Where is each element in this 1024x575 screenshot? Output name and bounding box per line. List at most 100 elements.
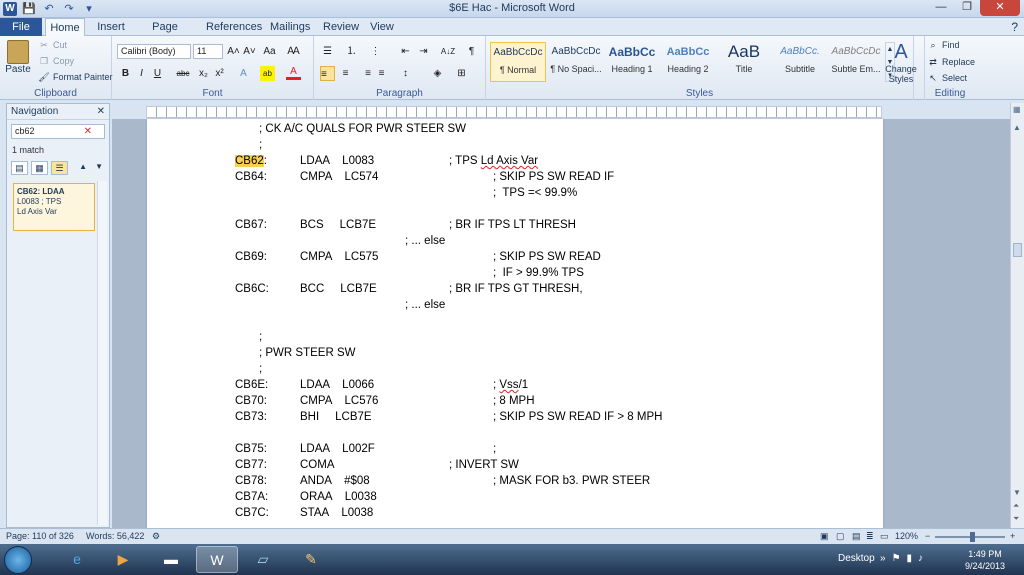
web-layout-view-icon[interactable]: ▤ xyxy=(852,531,861,542)
line-spacing-icon[interactable]: ↕ xyxy=(398,66,413,81)
style-normal[interactable]: AaBbCcDc ¶ Normal xyxy=(490,42,546,82)
tab-page-layout[interactable]: Page Layout xyxy=(140,18,190,51)
shrink-font-icon[interactable]: A˅ xyxy=(242,44,257,59)
network-icon[interactable]: ▮ xyxy=(907,553,913,564)
word-count[interactable]: Words: 56,422 xyxy=(86,531,144,541)
pages-view-icon[interactable]: ▦ xyxy=(31,161,48,175)
zoom-out-icon[interactable]: − xyxy=(925,531,930,541)
replace-button[interactable]: ⇄ Replace xyxy=(927,57,975,68)
increase-indent-icon[interactable]: ⇥ xyxy=(416,44,431,59)
decrease-indent-icon[interactable]: ⇤ xyxy=(398,44,413,59)
draft-view-icon[interactable]: ▭ xyxy=(880,531,889,542)
justify-icon[interactable]: ≡ xyxy=(374,66,389,81)
cut-button[interactable]: ✂ Cut xyxy=(38,40,67,51)
close-button[interactable]: ✕ xyxy=(980,0,1020,16)
sort-icon[interactable]: A↓Z xyxy=(438,44,458,59)
zoom-level[interactable]: 120% xyxy=(895,531,918,541)
minimize-button[interactable]: — xyxy=(928,0,954,16)
navigation-scrollbar[interactable] xyxy=(97,181,107,525)
media-player-icon[interactable]: ▶ xyxy=(102,546,144,573)
outline-view-icon[interactable]: ≣ xyxy=(866,531,874,542)
zoom-slider-thumb[interactable] xyxy=(970,532,975,542)
zoom-in-icon[interactable]: + xyxy=(1010,531,1015,541)
center-icon[interactable]: ≡ xyxy=(338,66,353,81)
style-subtitle[interactable]: AaBbCc. Subtitle xyxy=(772,42,828,82)
copy-button[interactable]: ❐ Copy xyxy=(38,56,74,67)
shading-icon[interactable]: ◈ xyxy=(430,66,445,81)
scroll-down-icon[interactable]: ▼ xyxy=(1013,488,1021,497)
style-title[interactable]: AaB Title xyxy=(716,42,772,82)
tab-mailings[interactable]: Mailings xyxy=(270,18,310,36)
previous-result-icon[interactable]: ▲ xyxy=(79,162,87,171)
paint-icon[interactable]: ✎ xyxy=(290,546,332,573)
tab-file[interactable]: File xyxy=(0,18,42,36)
show-formatting-icon[interactable]: ¶ xyxy=(464,44,479,59)
system-clock[interactable]: 1:49 PM 9/24/2013 xyxy=(960,548,1010,572)
borders-icon[interactable]: ⊞ xyxy=(454,66,469,81)
desktop-toolbar-label[interactable]: Desktop xyxy=(838,553,875,564)
document-page[interactable]: ; CK A/C QUALS FOR PWR STEER SW; CB62: LDA… xyxy=(147,119,883,528)
results-view-icon[interactable]: ☰ xyxy=(51,161,68,175)
word-taskbar-icon[interactable]: W xyxy=(196,546,238,573)
grow-font-icon[interactable]: A˄ xyxy=(226,44,241,59)
bold-button[interactable]: B xyxy=(118,66,133,81)
multilevel-list-icon[interactable]: ⋮ xyxy=(368,44,383,59)
format-painter-button[interactable]: 🖌 Format Painter xyxy=(38,72,112,83)
start-button[interactable] xyxy=(4,546,32,574)
superscript-button[interactable]: x² xyxy=(212,66,227,81)
clear-search-icon[interactable]: ✕ xyxy=(84,125,92,138)
search-result-item[interactable]: CB62: LDAA L0083 ; TPS Ld Axis Var xyxy=(13,183,95,231)
change-case-icon[interactable]: Aa xyxy=(262,44,277,59)
font-name-field[interactable]: Calibri (Body) xyxy=(117,44,191,59)
internet-explorer-icon[interactable]: e xyxy=(56,546,98,573)
proofing-icon[interactable]: ⚙ xyxy=(152,531,160,542)
ruler-toggle-icon[interactable]: ▦ xyxy=(1013,105,1021,114)
print-layout-view-icon[interactable]: ▣ xyxy=(820,531,829,542)
style-heading-1[interactable]: AaBbCc Heading 1 xyxy=(604,42,660,82)
text-effects-icon[interactable]: A xyxy=(236,66,251,81)
font-size-field[interactable]: 11 xyxy=(193,44,223,59)
headings-view-icon[interactable]: ▤ xyxy=(11,161,28,175)
align-right-icon[interactable]: ≡ xyxy=(356,66,371,81)
full-screen-view-icon[interactable]: ▢ xyxy=(836,531,845,542)
tab-review[interactable]: Review xyxy=(323,18,359,36)
tab-references[interactable]: References xyxy=(206,18,262,36)
find-button[interactable]: ⌕ Find xyxy=(927,40,959,51)
tab-home[interactable]: Home xyxy=(45,18,85,37)
previous-page-icon[interactable]: ⏶ xyxy=(1013,501,1019,511)
close-icon[interactable]: ✕ xyxy=(97,104,105,120)
strikethrough-button[interactable]: abc xyxy=(174,66,192,81)
volume-icon[interactable]: ♪ xyxy=(918,553,923,564)
notepad-icon[interactable]: ▱ xyxy=(242,546,284,573)
change-styles-button[interactable]: A Change Styles xyxy=(879,40,923,84)
tab-view[interactable]: View xyxy=(370,18,394,36)
paste-button[interactable]: Paste xyxy=(4,40,32,75)
style-subtle-emphasis[interactable]: AaBbCcDc Subtle Em... xyxy=(828,42,884,82)
align-left-icon[interactable]: ≡ xyxy=(320,66,335,81)
tab-insert[interactable]: Insert xyxy=(96,18,126,36)
restore-button[interactable]: ❐ xyxy=(954,0,980,16)
show-hidden-icons-icon[interactable]: » xyxy=(880,553,886,564)
font-color-icon[interactable]: A xyxy=(286,66,301,80)
clear-formatting-icon[interactable]: Ꜳ xyxy=(286,44,301,59)
italic-button[interactable]: I xyxy=(134,66,149,81)
chip-app-icon[interactable]: ▬ xyxy=(150,546,192,573)
style-heading-2[interactable]: AaBbCc Heading 2 xyxy=(660,42,716,82)
vertical-scrollbar[interactable]: ▦ ▲ ▼ ⏶ ⏷ xyxy=(1010,103,1024,528)
next-page-icon[interactable]: ⏷ xyxy=(1013,514,1019,524)
subscript-button[interactable]: x₂ xyxy=(196,66,211,81)
help-icon[interactable]: ? xyxy=(1011,18,1018,36)
numbering-icon[interactable]: ⒈ xyxy=(344,44,359,59)
page-count[interactable]: Page: 110 of 326 xyxy=(6,531,74,541)
underline-button[interactable]: U xyxy=(150,66,165,81)
flag-icon[interactable]: ⚑ xyxy=(892,553,901,564)
style-no-spacing[interactable]: AaBbCcDc ¶ No Spaci... xyxy=(548,42,604,82)
scroll-up-icon[interactable]: ▲ xyxy=(1013,123,1021,132)
select-button[interactable]: ↖ Select xyxy=(927,73,967,84)
scroll-thumb[interactable] xyxy=(1013,243,1022,257)
bullets-icon[interactable]: ☰ xyxy=(320,44,335,59)
horizontal-ruler[interactable] xyxy=(146,106,882,118)
navigation-search-input[interactable]: cb62 ✕ xyxy=(11,124,105,139)
next-result-icon[interactable]: ▼ xyxy=(95,162,103,171)
highlight-icon[interactable]: ab xyxy=(260,66,275,81)
